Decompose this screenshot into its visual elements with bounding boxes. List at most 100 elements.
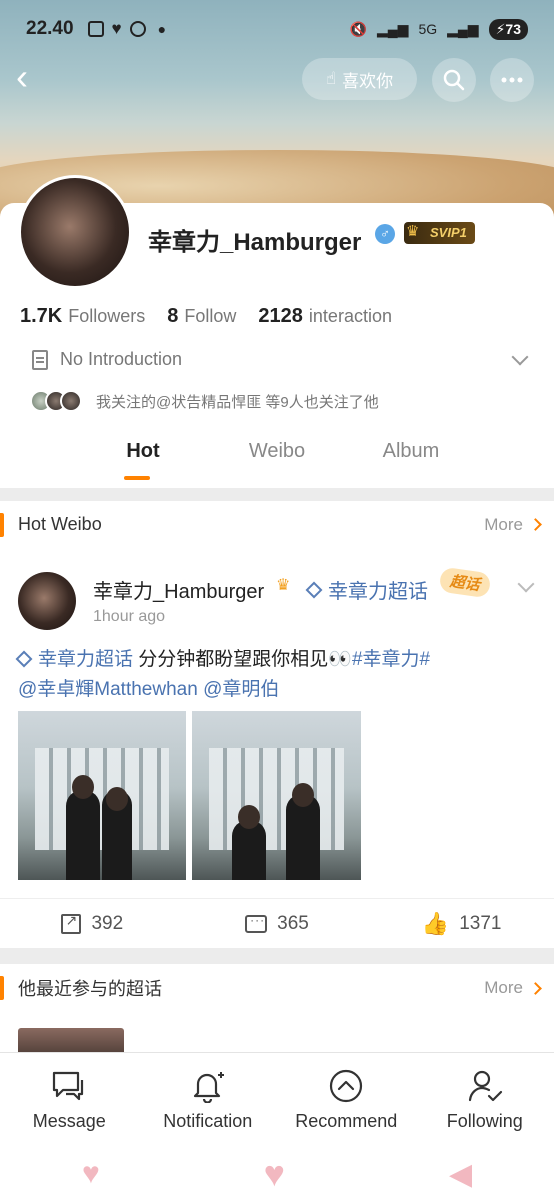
image-head [72,775,94,799]
battery-level: 73 [505,20,521,37]
more-label: More [484,978,523,997]
like-you-button[interactable]: ☝ 喜欢你 [302,58,417,100]
profile-tabs: Hot Weibo Album [0,440,554,463]
image-head [292,783,314,807]
avatar[interactable] [18,175,132,289]
screenshot-icon [87,21,104,37]
intro-row[interactable]: No Introduction [32,348,532,370]
chevron-down-icon[interactable] [517,575,535,593]
like-count: 1371 [459,912,502,934]
comment-icon [245,913,268,933]
tab-album[interactable]: Album [344,440,478,463]
chevron-right-icon [529,981,542,995]
nav-message[interactable]: Message [0,1053,139,1148]
post-topic-link[interactable]: 幸章力超话 [305,575,428,604]
thumbs-up-icon: 👍 [421,910,450,936]
image-person [66,790,100,880]
mute-icon: 🔇 [349,20,367,37]
post-body: 分分钟都盼望跟你相见👀 [138,649,352,670]
post-image[interactable] [192,711,361,880]
heart-status-icon: ♥ [111,19,122,38]
signal-icon-2: ▂▄▆ [447,20,479,37]
battery-icon: ⚡73 [488,18,528,40]
tab-weibo[interactable]: Weibo [210,440,344,463]
nav-notification-label: Notification [163,1111,253,1131]
followers-stat[interactable]: 1.7K Followers [20,305,145,328]
profile-stats: 1.7K Followers 8 Follow 2128 interaction [20,305,392,328]
post-actions: 392 365 👍 1371 [0,898,554,948]
heart-icon[interactable]: ♥ [82,1157,100,1191]
recent-topics-more-button[interactable]: More [484,978,542,998]
recent-topics-title: 他最近参与的超话 [18,979,162,999]
message-icon [51,1069,87,1103]
mutual-follow-row[interactable]: 我关注的@状告精品悍匪 等9人也关注了他 [30,390,379,412]
super-topic-tag[interactable]: 超话 [438,566,492,599]
like-button[interactable]: 👍 1371 [369,899,554,948]
recent-topics-header: 他最近参与的超话 More [0,964,554,1012]
share-button[interactable]: 392 [0,899,185,948]
mini-avatar [60,390,82,412]
interaction-stat[interactable]: 2128 interaction [258,305,392,328]
nav-recommend[interactable]: Recommend [277,1053,416,1148]
post-avatar[interactable] [18,572,76,630]
nav-following-label: Following [446,1111,523,1131]
image-head [106,787,128,811]
status-bar: 22.40 ♥ ● 🔇 ▂▄▆ 5G ▂▄▆ ⚡73 [0,0,554,58]
mention-link[interactable]: @章明伯 [203,679,279,700]
post-topic-label: 幸章力超话 [328,581,428,603]
back-arrow-icon[interactable]: ‹ [16,59,46,95]
post-text-topic-label: 幸章力超话 [38,649,134,670]
share-count: 392 [91,912,124,934]
post-image[interactable] [18,711,186,880]
post-author[interactable]: 幸章力_Hamburger [93,575,264,604]
bottom-nav: Message Notification Recommend Following [0,1052,554,1148]
share-icon [61,912,82,934]
back-gesture-icon[interactable]: ◀ [449,1157,472,1192]
post-text-topic[interactable]: 幸章力超话 [15,649,134,670]
tab-indicator [124,476,150,480]
follow-count: 8 [167,305,179,327]
mutual-text: 我关注的@状告精品悍匪 等9人也关注了他 [96,393,379,411]
diamond-icon [15,650,33,668]
user-check-icon [467,1069,503,1103]
hot-weibo-more-button[interactable]: More [484,515,542,535]
nav-following[interactable]: Following [416,1053,554,1148]
image-head [238,805,260,829]
hot-weibo-header: Hot Weibo More [0,501,554,549]
weibo-post[interactable]: 幸章力_Hamburger ♛ 幸章力超话 超话 1hour ago 幸章力超话… [0,548,554,948]
nav-message-label: Message [32,1111,106,1131]
post-time: 1hour ago [93,608,166,625]
interaction-count: 2128 [258,305,303,327]
image-building [208,748,345,850]
app-status-icon [129,21,146,37]
intro-text: No Introduction [60,349,183,369]
followers-count: 1.7K [20,305,63,327]
heart-icon[interactable]: ♥ [264,1153,285,1195]
nav-notification[interactable]: Notification [139,1053,278,1148]
more-icon[interactable] [490,58,534,102]
chevron-up-circle-icon [328,1069,364,1103]
comment-button[interactable]: 365 [185,899,370,948]
gesture-bar: ♥ ♥ ◀ [0,1148,554,1200]
followers-label: Followers [68,306,146,326]
tab-hot[interactable]: Hot [76,440,210,463]
mention-link[interactable]: @幸卓輝Matthewhan [18,679,198,700]
hashtag-link[interactable]: #幸章力# [352,649,430,670]
chevron-down-icon[interactable] [511,348,529,365]
nav-recommend-label: Recommend [295,1111,398,1131]
bell-plus-icon [190,1069,226,1103]
interaction-label: interaction [308,306,392,326]
hand-heart-icon: ☝ [325,69,337,88]
status-right: 🔇 ▂▄▆ 5G ▂▄▆ ⚡73 [349,18,528,40]
diamond-icon [305,581,323,598]
search-icon[interactable] [432,58,476,102]
dot-icon: ● [157,21,167,37]
network-label: 5G [418,21,438,37]
like-you-label: 喜欢你 [342,71,394,91]
crown-icon: ♛ [276,577,291,594]
document-icon [32,349,48,370]
image-person [232,820,266,880]
hot-weibo-title: Hot Weibo [18,514,102,534]
comment-count: 365 [277,912,309,934]
follow-stat[interactable]: 8 Follow [167,305,236,328]
